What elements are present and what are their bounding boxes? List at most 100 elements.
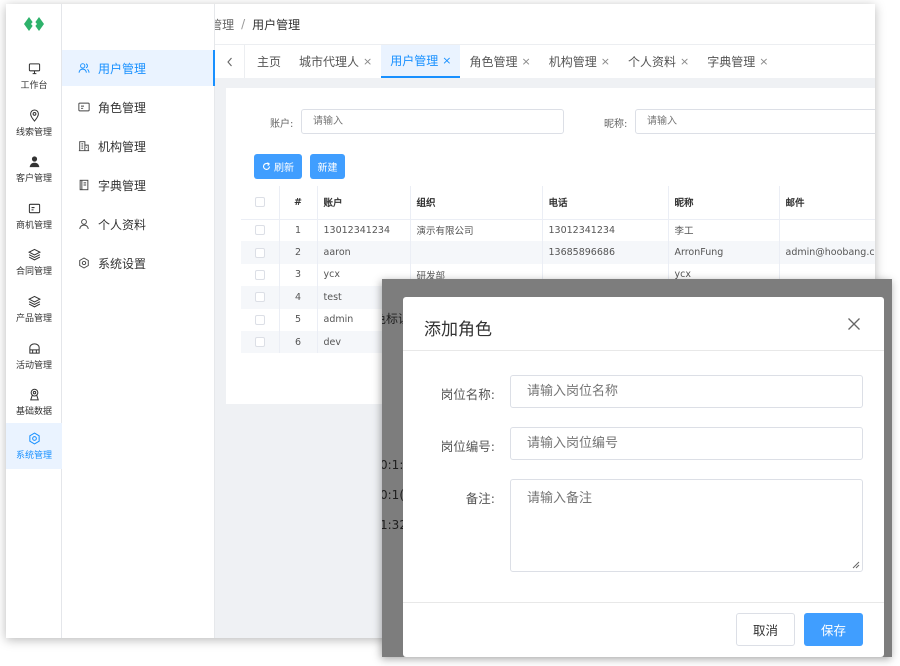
close-icon[interactable]: × — [522, 55, 531, 68]
layers-icon — [27, 295, 41, 307]
position-code-input[interactable] — [510, 427, 863, 460]
table-row[interactable]: 1 13012341234 演示有限公司 13012341234 李工 — [241, 219, 875, 242]
close-icon[interactable]: × — [680, 55, 689, 68]
tab-bar: 主页 城市代理人 × 用户管理 × 角色管理 × 机构管理 × 个人资料 × 字… — [215, 44, 875, 78]
table-header-row: # 账户 组织 电话 昵称 邮件 — [241, 186, 875, 220]
rail-label: 合同管理 — [15, 266, 52, 277]
position-name-input[interactable] — [510, 375, 863, 408]
select-all-checkbox[interactable] — [254, 197, 265, 208]
menu-item-label: 系统设置 — [98, 256, 147, 271]
tab-scroll-left[interactable] — [215, 45, 245, 78]
table-cell: 1 — [279, 219, 318, 242]
close-icon[interactable]: × — [363, 55, 372, 68]
flag-icon — [28, 342, 40, 354]
table-cell: 13012341234 — [317, 219, 411, 242]
new-button-label: 新建 — [317, 163, 338, 174]
new-user-button[interactable]: 新建 — [310, 154, 345, 179]
tab-home[interactable]: 主页 — [245, 45, 290, 78]
row-select-cell[interactable] — [241, 308, 280, 331]
table-cell: 3 — [279, 263, 318, 287]
cancel-button[interactable]: 取消 — [736, 613, 795, 646]
rail-label: 商机管理 — [15, 220, 52, 231]
rail-item-products[interactable]: 产品管理 — [6, 286, 62, 332]
dialog-header: 添加角色 — [403, 297, 884, 351]
tab-city-agent[interactable]: 城市代理人 × — [290, 45, 381, 78]
refresh-button[interactable]: 刷新 — [254, 154, 302, 179]
table-cell: 13685896686 — [542, 241, 669, 264]
nickname-filter-input[interactable] — [635, 109, 875, 134]
menu-item-roles[interactable]: 角色管理 — [62, 89, 215, 125]
row-checkbox[interactable] — [254, 292, 265, 303]
column-header[interactable]: 电话 — [542, 186, 669, 220]
app-logo[interactable] — [6, 4, 62, 44]
row-checkbox[interactable] — [254, 314, 265, 325]
save-button[interactable]: 保存 — [804, 613, 863, 646]
resize-grip-icon[interactable] — [852, 561, 860, 569]
id-card-icon — [78, 102, 90, 112]
rail-item-activities[interactable]: 活动管理 — [6, 333, 62, 379]
account-filter-input[interactable] — [301, 109, 564, 134]
rail-item-customers[interactable]: 客户管理 — [6, 146, 62, 192]
close-icon[interactable]: × — [759, 55, 768, 68]
row-select-cell[interactable] — [241, 241, 280, 264]
menu-item-users[interactable]: 用户管理 — [62, 50, 215, 86]
row-select-cell[interactable] — [241, 263, 280, 287]
rail-item-system[interactable]: 系统管理 — [6, 423, 62, 469]
tab-role-management[interactable]: 角色管理 × — [460, 45, 539, 78]
tab-profile[interactable]: 个人资料 × — [619, 45, 698, 78]
refresh-button-label: 刷新 — [274, 163, 294, 174]
tab-dictionary[interactable]: 字典管理 × — [698, 45, 777, 78]
rail-item-leads[interactable]: 线索管理 — [6, 100, 62, 146]
menu-item-label: 角色管理 — [98, 100, 147, 115]
rail-item-workbench[interactable]: 工作台 — [6, 53, 62, 99]
tab-user-management[interactable]: 用户管理 × — [381, 45, 461, 78]
close-icon[interactable]: × — [442, 54, 451, 67]
menu-item-organizations[interactable]: 机构管理 — [62, 128, 215, 164]
layers-icon — [27, 248, 41, 260]
nickname-filter-label: 昵称: — [604, 119, 628, 130]
rail-item-opportunities[interactable]: 商机管理 — [6, 193, 62, 239]
table-cell — [779, 219, 875, 242]
tab-org-management[interactable]: 机构管理 × — [540, 45, 619, 78]
column-header[interactable]: 邮件 — [779, 186, 875, 220]
menu-item-label: 个人资料 — [98, 217, 147, 232]
add-role-dialog: 添加角色 岗位名称: 岗位编号: 备注: 取消 保存 — [403, 297, 884, 657]
column-header[interactable]: 账户 — [317, 186, 411, 220]
rail-label: 工作台 — [20, 80, 48, 91]
table-cell: 2 — [279, 241, 318, 264]
table-cell: 5 — [279, 308, 318, 331]
rail-item-basic-data[interactable]: 基础数据 — [6, 379, 62, 425]
row-checkbox[interactable] — [254, 225, 265, 236]
rail-item-contracts[interactable]: 合同管理 — [6, 239, 62, 285]
row-select-cell[interactable] — [241, 219, 280, 242]
position-name-label: 岗位名称: — [440, 387, 495, 402]
table-row[interactable]: 2 aaron 13685896686 ArronFung admin@hoob… — [241, 241, 875, 264]
breadcrumb-separator: / — [241, 17, 246, 31]
background-text-fragment: 0:1: — [382, 458, 404, 472]
close-icon[interactable]: × — [601, 55, 610, 68]
select-all-cell[interactable] — [241, 186, 280, 220]
building-icon — [78, 141, 90, 152]
row-select-cell[interactable] — [241, 286, 280, 309]
remark-textarea[interactable] — [510, 479, 863, 572]
side-menu: 用户管理 角色管理 机构管理 字典管理 个人资料 系统设置 — [62, 4, 215, 638]
column-header[interactable]: 组织 — [410, 186, 543, 220]
menu-item-label: 字典管理 — [98, 178, 147, 193]
column-header[interactable]: 昵称 — [668, 186, 780, 220]
refresh-icon — [263, 162, 271, 170]
close-icon[interactable] — [846, 316, 862, 332]
account-filter-label: 账户: — [270, 119, 294, 130]
monitor-icon — [28, 62, 40, 74]
table-cell: 演示有限公司 — [410, 219, 543, 242]
table-cell: ArronFung — [668, 241, 780, 264]
tab-label: 用户管理 — [390, 54, 439, 68]
row-checkbox[interactable] — [254, 269, 265, 280]
row-checkbox[interactable] — [254, 337, 265, 348]
row-select-cell[interactable] — [241, 330, 280, 354]
menu-item-dictionary[interactable]: 字典管理 — [62, 167, 215, 203]
row-checkbox[interactable] — [254, 247, 265, 258]
menu-item-profile[interactable]: 个人资料 — [62, 206, 215, 242]
user-icon — [79, 218, 89, 230]
menu-item-settings[interactable]: 系统设置 — [62, 245, 215, 281]
tab-label: 机构管理 — [548, 55, 597, 69]
